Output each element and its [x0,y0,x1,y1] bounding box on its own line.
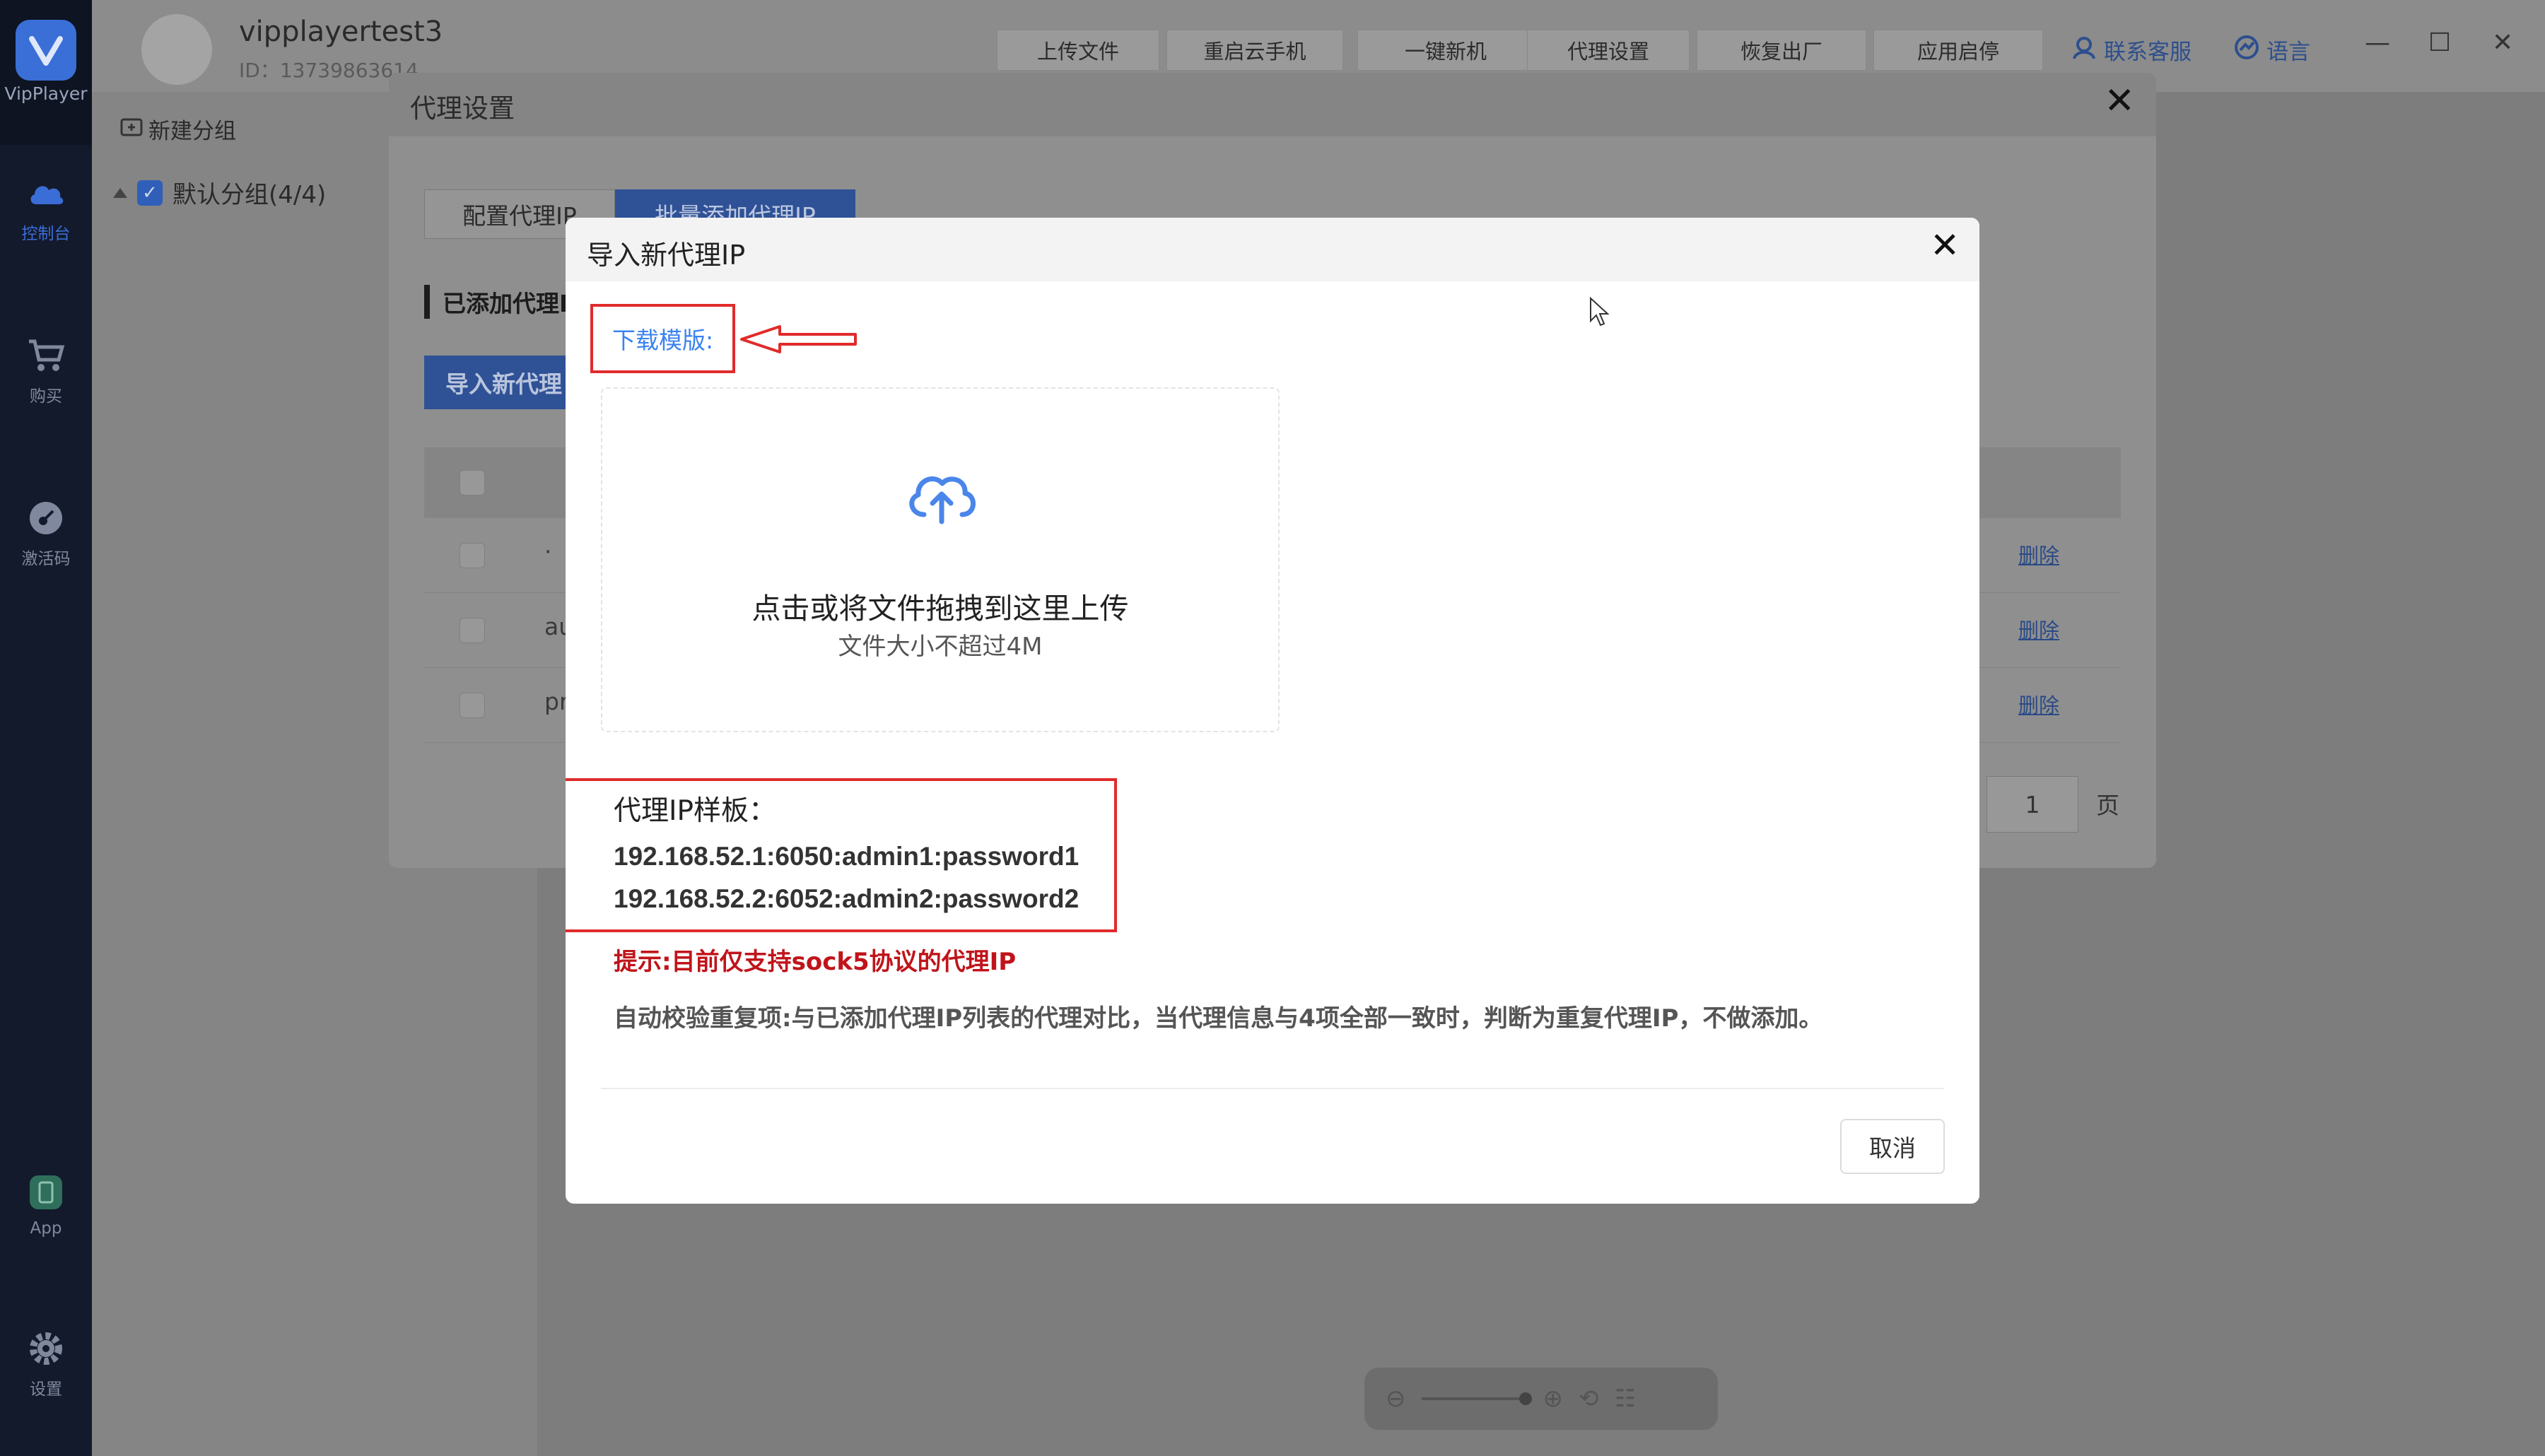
sidebar-item-label: App [30,1219,62,1238]
new-device-button[interactable]: 一键新机 [1357,30,1534,71]
avatar[interactable] [141,14,212,85]
sidebar-item-activation-code[interactable]: 激活码 [0,488,92,580]
collapse-triangle-icon[interactable] [113,187,127,198]
app-start-stop-button[interactable]: 应用启停 [1873,30,2043,71]
download-template-link[interactable]: 下载模版: [612,322,713,356]
cloud-icon [26,173,66,213]
row-checkbox[interactable] [460,693,485,718]
delete-link[interactable]: 删除 [2018,539,2059,569]
annotation-arrow-icon [740,325,857,353]
factory-reset-button[interactable]: 恢复出厂 [1697,30,1866,71]
group-checkbox[interactable]: ✓ [137,180,163,206]
dialog-header: 代理设置 ✕ [389,73,2156,136]
mouse-cursor-icon [1590,297,1610,327]
app-name: VipPlayer [4,83,88,104]
gear-icon [26,1329,66,1368]
duplicate-check-hint: 自动校验重复项:与已添加代理IP列表的代理对比，当代理信息与4项全部一致时，判断… [614,1004,1823,1033]
default-group-item[interactable]: ✓ 默认分组(4/4) [113,175,326,210]
sidebar-item-buy[interactable]: 购买 [0,325,92,417]
added-proxy-section-title: 已添加代理I [424,285,568,319]
close-icon[interactable]: ✕ [2104,80,2135,122]
restart-phone-button[interactable]: 重启云手机 [1166,30,1343,71]
select-all-checkbox[interactable] [460,470,485,495]
language-label: 语言 [2266,40,2310,65]
sample-title: 代理IP样板： [614,795,777,827]
zoom-out-icon[interactable]: ⊖ [1386,1385,1406,1413]
cloud-upload-icon [909,476,976,524]
app-logo-icon [16,20,76,81]
dialog-header: 导入新代理IP ✕ [566,218,1979,281]
default-group-label: 默认分组(4/4) [172,181,327,209]
logo-area: VipPlayer [0,0,92,145]
sample-line: 192.168.52.2:6052:admin2:password2 [614,884,1080,913]
contact-support-link[interactable]: 联系客服 [2071,34,2192,66]
dialog-title: 代理设置 [410,93,515,124]
contact-label: 联系客服 [2104,40,2192,65]
sidebar-item-label: 激活码 [21,550,71,568]
sidebar-item-app[interactable]: App [0,1159,92,1251]
page-unit-label: 页 [2096,792,2119,819]
row-checkbox[interactable] [460,618,485,643]
delete-link[interactable]: 删除 [2018,689,2059,719]
language-icon [2234,35,2259,66]
phone-icon [26,1173,66,1212]
sample-line: 192.168.52.1:6050:admin1:password1 [614,842,1080,871]
page-number-input[interactable]: 1 [1987,776,2078,833]
import-new-proxy-button[interactable]: 导入新代理 [424,356,587,409]
close-window-icon[interactable]: ✕ [2492,28,2513,57]
sidebar-item-settings[interactable]: 设置 [0,1318,92,1410]
folder-plus-icon [120,117,143,142]
upload-size-limit: 文件大小不超过4M [838,633,1043,661]
sidebar: VipPlayer 控制台 购买 激活码 App 设置 [0,0,92,1456]
sidebar-item-label: 控制台 [21,225,71,243]
sidebar-item-console[interactable]: 控制台 [0,163,92,254]
divider [601,1088,1944,1089]
upload-file-button[interactable]: 上传文件 [997,30,1159,71]
protocol-hint: 提示:目前仅支持sock5协议的代理IP [614,948,1017,976]
key-icon [26,498,66,538]
row-cell: · [544,538,552,565]
import-proxy-dialog: 导入新代理IP ✕ 下载模版: 点击或将文件拖拽到这里上传 文件大小不超过4M … [566,218,1979,1204]
minimize-icon[interactable]: — [2365,28,2390,57]
rotate-icon[interactable]: ⟲ [1579,1385,1599,1413]
new-group-button[interactable]: 新建分组 [120,113,236,145]
download-template-highlight: 下载模版: [590,304,735,373]
sidebar-item-label: 购买 [30,387,62,406]
new-group-label: 新建分组 [148,119,236,144]
maximize-icon[interactable]: ☐ [2428,28,2451,57]
dialog-title: 导入新代理IP [587,240,746,271]
cart-icon [26,336,66,375]
headset-icon [2071,35,2097,66]
zoom-slider-knob[interactable] [1519,1392,1532,1405]
username: vipplayertest3 [239,16,443,48]
grid-view-icon[interactable]: ☷ [1615,1385,1636,1413]
zoom-toolbar: ⊖ ⊕ ⟲ ☷ [1364,1368,1718,1430]
cancel-button[interactable]: 取消 [1840,1119,1945,1174]
sidebar-item-label: 设置 [30,1380,62,1399]
zoom-in-icon[interactable]: ⊕ [1543,1385,1564,1413]
proxy-settings-button[interactable]: 代理设置 [1527,30,1690,71]
delete-link[interactable]: 删除 [2018,614,2059,644]
upload-instruction: 点击或将文件拖拽到这里上传 [751,592,1129,626]
language-link[interactable]: 语言 [2234,34,2310,66]
zoom-slider[interactable] [1421,1392,1532,1405]
row-checkbox[interactable] [460,543,485,568]
file-upload-dropzone[interactable]: 点击或将文件拖拽到这里上传 文件大小不超过4M [601,387,1280,732]
close-icon[interactable]: ✕ [1930,225,1960,266]
